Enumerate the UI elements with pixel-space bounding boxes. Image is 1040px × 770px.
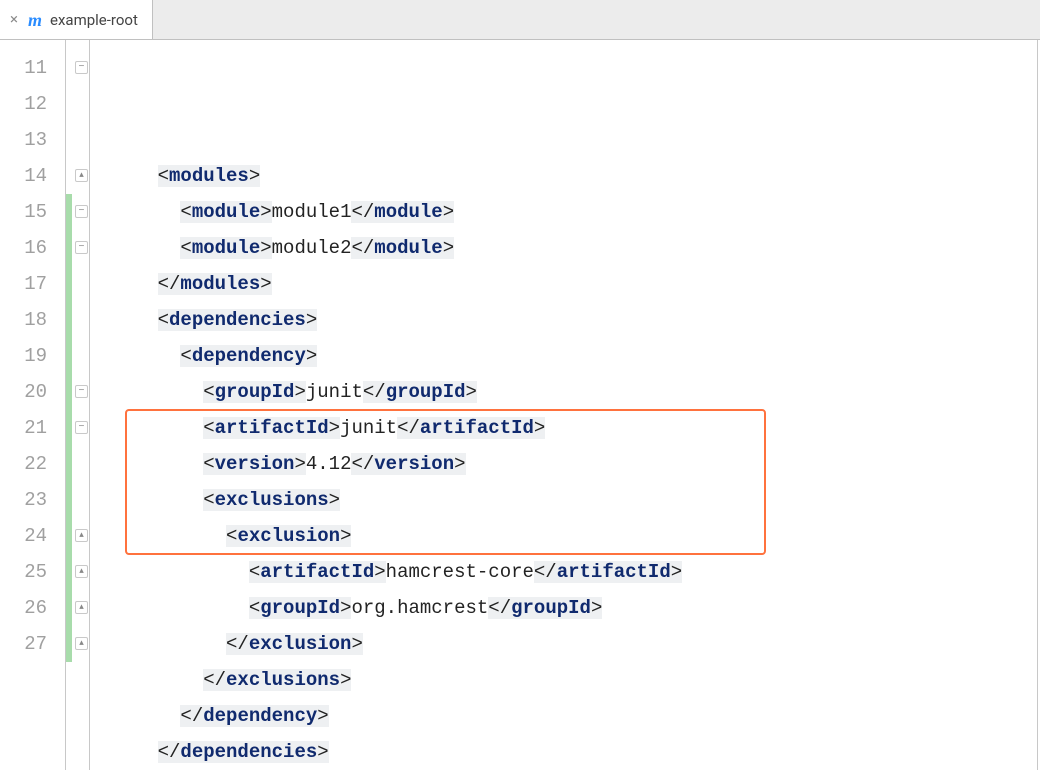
- fold-collapse-icon[interactable]: [75, 61, 88, 74]
- tab-bar: × m example-root: [0, 0, 1040, 40]
- fold-end-icon[interactable]: [75, 637, 88, 650]
- line-number: 25: [0, 554, 47, 590]
- code-line[interactable]: </modules>: [112, 266, 1040, 302]
- code-line[interactable]: <groupId>junit</groupId>: [112, 374, 1040, 410]
- editor-tab[interactable]: × m example-root: [0, 0, 153, 39]
- editor-right-border: [1037, 40, 1038, 770]
- fold-collapse-icon[interactable]: [75, 421, 88, 434]
- code-line[interactable]: </dependencies>: [112, 734, 1040, 770]
- code-line[interactable]: <exclusion>: [112, 518, 1040, 554]
- line-number: 26: [0, 590, 47, 626]
- code-line[interactable]: <artifactId>junit</artifactId>: [112, 410, 1040, 446]
- line-number: 12: [0, 86, 47, 122]
- code-line[interactable]: <groupId>org.hamcrest</groupId>: [112, 590, 1040, 626]
- line-number: 11: [0, 50, 47, 86]
- fold-collapse-icon[interactable]: [75, 205, 88, 218]
- line-number: 27: [0, 626, 47, 662]
- code-line[interactable]: <dependencies>: [112, 302, 1040, 338]
- fold-end-icon[interactable]: [75, 565, 88, 578]
- change-bar: [66, 40, 72, 770]
- line-number: 13: [0, 122, 47, 158]
- code-line[interactable]: </dependency>: [112, 698, 1040, 734]
- line-number: 15: [0, 194, 47, 230]
- code-line[interactable]: <module>module2</module>: [112, 230, 1040, 266]
- line-number: 17: [0, 266, 47, 302]
- code-line[interactable]: <artifactId>hamcrest-core</artifactId>: [112, 554, 1040, 590]
- code-area[interactable]: <modules> <module>module1</module> <modu…: [90, 40, 1040, 770]
- line-number-gutter: 1112131415161718192021222324252627: [0, 40, 66, 770]
- fold-end-icon[interactable]: [75, 529, 88, 542]
- line-number: 16: [0, 230, 47, 266]
- maven-icon: m: [28, 11, 42, 29]
- fold-collapse-icon[interactable]: [75, 241, 88, 254]
- code-line[interactable]: <module>module1</module>: [112, 194, 1040, 230]
- code-line[interactable]: <version>4.12</version>: [112, 446, 1040, 482]
- line-number: 22: [0, 446, 47, 482]
- fold-column: [66, 40, 90, 770]
- tab-bar-empty: [153, 0, 1040, 39]
- fold-end-icon[interactable]: [75, 169, 88, 182]
- code-line[interactable]: </exclusions>: [112, 662, 1040, 698]
- line-number: 19: [0, 338, 47, 374]
- fold-end-icon[interactable]: [75, 601, 88, 614]
- fold-collapse-icon[interactable]: [75, 385, 88, 398]
- code-line[interactable]: <dependency>: [112, 338, 1040, 374]
- line-number: 24: [0, 518, 47, 554]
- close-icon[interactable]: ×: [10, 12, 18, 27]
- line-number: 23: [0, 482, 47, 518]
- line-number: 18: [0, 302, 47, 338]
- change-bar-segment: [66, 194, 72, 662]
- tab-title: example-root: [50, 11, 138, 29]
- line-number: 20: [0, 374, 47, 410]
- code-line[interactable]: <modules>: [112, 158, 1040, 194]
- code-line[interactable]: <exclusions>: [112, 482, 1040, 518]
- code-editor[interactable]: 1112131415161718192021222324252627 <modu…: [0, 40, 1040, 770]
- line-number: 14: [0, 158, 47, 194]
- code-line[interactable]: </exclusion>: [112, 626, 1040, 662]
- line-number: 21: [0, 410, 47, 446]
